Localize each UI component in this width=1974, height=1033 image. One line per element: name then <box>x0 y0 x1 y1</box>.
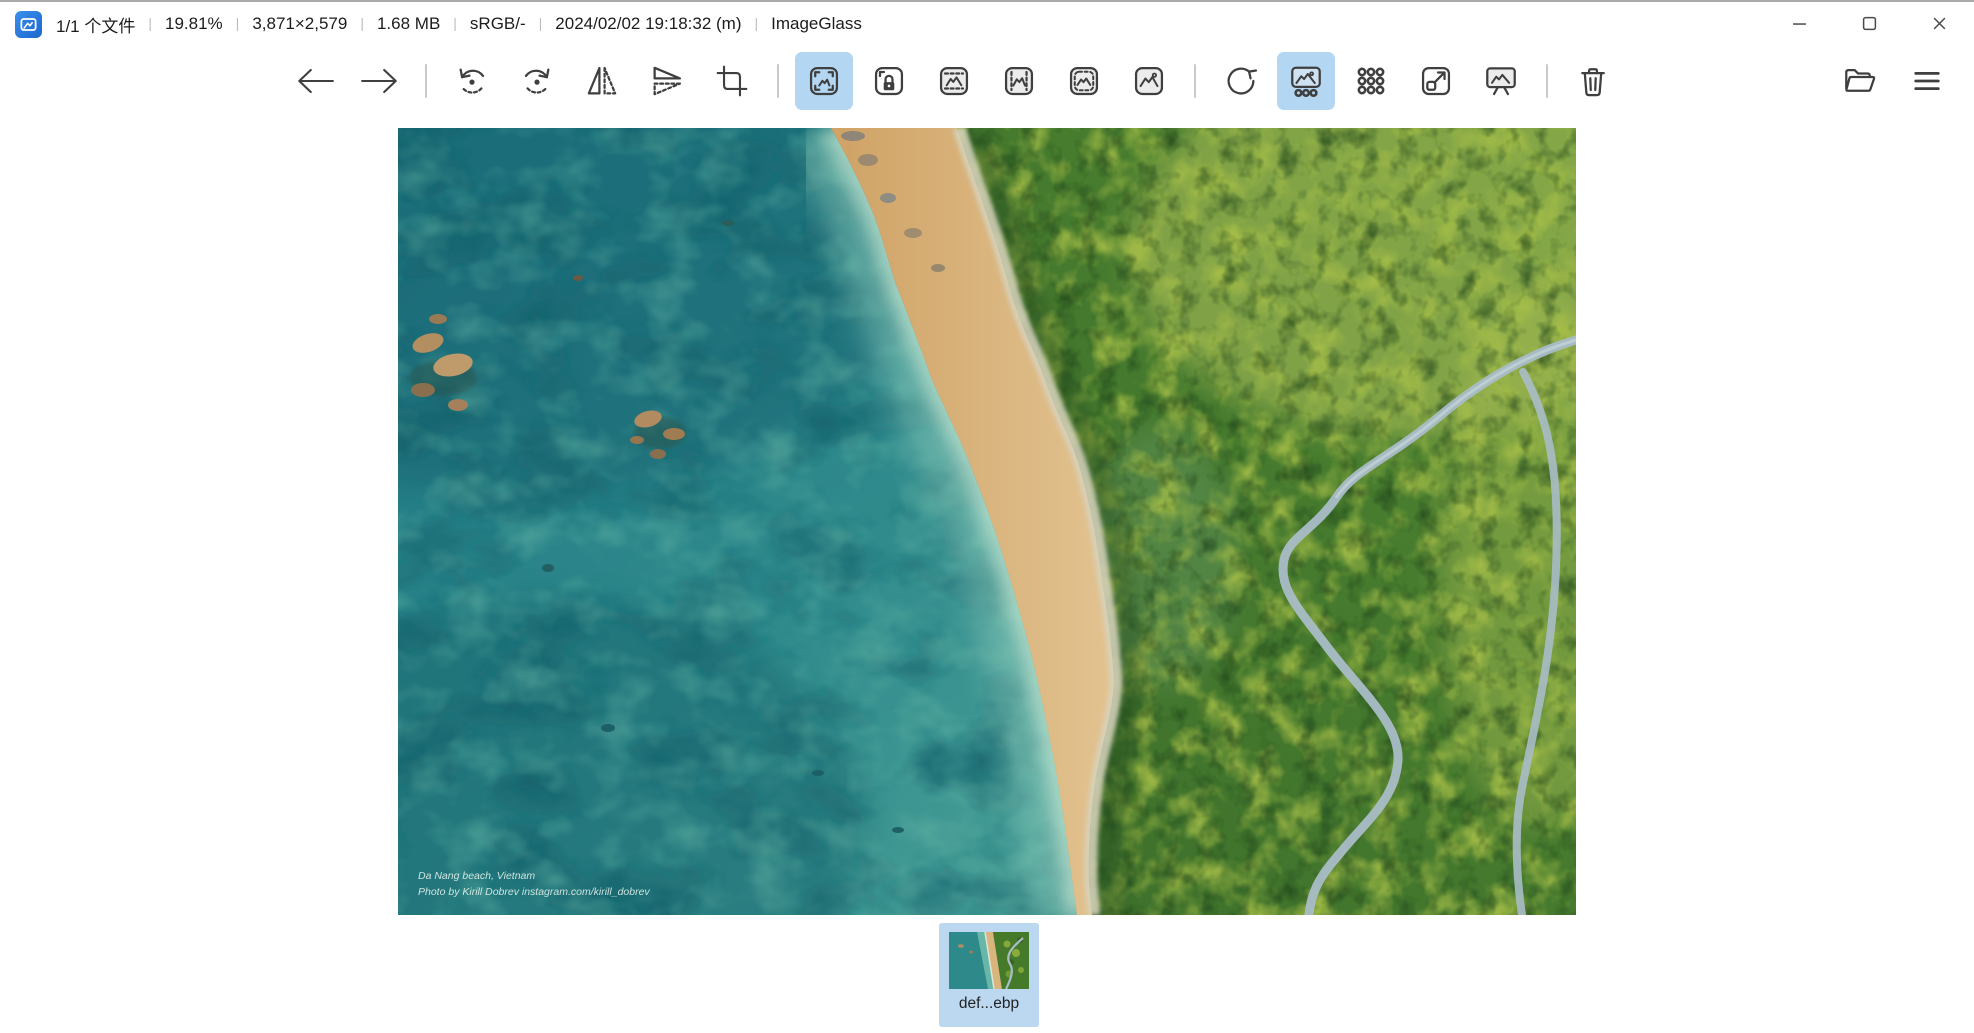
auto-zoom-icon <box>806 63 842 99</box>
titlebar-status-text: 1/1 个文件 | 19.81% | 3,871×2,579 | 1.68 MB… <box>56 12 862 37</box>
folder-open-icon <box>1842 63 1878 99</box>
slideshow-icon <box>1483 63 1519 99</box>
grid-icon <box>1353 63 1389 99</box>
crop-button[interactable] <box>703 52 761 110</box>
minimize-icon <box>1792 16 1807 31</box>
rotate-right-button[interactable] <box>508 52 566 110</box>
trash-icon <box>1575 63 1611 99</box>
zoom-level: 19.81% <box>165 14 223 34</box>
imageglass-logo-icon[interactable] <box>15 11 42 38</box>
fullscreen-icon <box>1418 63 1454 99</box>
gallery-panel-button[interactable] <box>1277 52 1335 110</box>
scale-width-icon <box>936 63 972 99</box>
scale-to-fill-button[interactable] <box>1120 52 1178 110</box>
slideshow-button[interactable] <box>1472 52 1530 110</box>
close-icon <box>1932 16 1947 31</box>
rotate-left-button[interactable] <box>443 52 501 110</box>
scale-fit-icon <box>1066 63 1102 99</box>
titlebar-separator: | <box>754 15 758 31</box>
maximize-icon <box>1862 16 1877 31</box>
flip-vertical-icon <box>649 63 685 99</box>
toolbar-separator <box>1546 64 1548 98</box>
file-count: 1/1 个文件 <box>56 12 135 37</box>
flip-horizontal-icon <box>584 63 620 99</box>
fullscreen-button[interactable] <box>1407 52 1465 110</box>
toolbar-right-group <box>1831 52 1974 110</box>
titlebar-separator: | <box>539 15 543 31</box>
photo-viewer[interactable]: Da Nang beach, Vietnam Photo by Kirill D… <box>398 128 1576 915</box>
lock-zoom-icon <box>871 63 907 99</box>
scale-to-height-button[interactable] <box>990 52 1048 110</box>
file-datetime: 2024/02/02 19:18:32 (m) <box>555 14 741 34</box>
thumbnail-grid-button[interactable] <box>1342 52 1400 110</box>
rotate-ccw-icon <box>454 63 490 99</box>
toolbar-separator <box>777 64 779 98</box>
arrow-right-icon <box>359 65 401 97</box>
toolbar-separator <box>425 64 427 98</box>
toolbar <box>0 46 1974 116</box>
maximize-button[interactable] <box>1834 2 1904 44</box>
minimize-button[interactable] <box>1764 2 1834 44</box>
watermark-line1: Da Nang beach, Vietnam <box>418 870 535 882</box>
flip-vertical-button[interactable] <box>638 52 696 110</box>
file-size: 1.68 MB <box>377 14 440 34</box>
scale-height-icon <box>1001 63 1037 99</box>
scale-to-fit-button[interactable] <box>1055 52 1113 110</box>
gallery-icon <box>1288 63 1324 99</box>
main-menu-button[interactable] <box>1898 52 1956 110</box>
auto-zoom-button[interactable] <box>795 52 853 110</box>
refresh-button[interactable] <box>1212 52 1270 110</box>
titlebar-separator: | <box>360 15 364 31</box>
thumbnail-image <box>949 932 1029 989</box>
flip-horizontal-button[interactable] <box>573 52 631 110</box>
close-button[interactable] <box>1904 2 1974 44</box>
arrow-left-icon <box>294 65 336 97</box>
lock-zoom-button[interactable] <box>860 52 918 110</box>
previous-image-button[interactable] <box>286 52 344 110</box>
open-file-button[interactable] <box>1831 52 1889 110</box>
titlebar-separator: | <box>148 15 152 31</box>
titlebar-separator: | <box>453 15 457 31</box>
scale-to-width-button[interactable] <box>925 52 983 110</box>
imageglass-window: 1/1 个文件 | 19.81% | 3,871×2,579 | 1.68 MB… <box>0 2 1974 1033</box>
gallery-thumbnail-selected[interactable]: def...ebp <box>939 923 1039 1027</box>
delete-button[interactable] <box>1564 52 1622 110</box>
image-dimensions: 3,871×2,579 <box>252 14 347 34</box>
rotate-cw-icon <box>519 63 555 99</box>
next-image-button[interactable] <box>351 52 409 110</box>
watermark-line2: Photo by Kirill Dobrev instagram.com/kir… <box>418 886 650 898</box>
color-profile: sRGB/- <box>470 14 526 34</box>
hamburger-icon <box>1909 63 1945 99</box>
titlebar-separator: | <box>236 15 240 31</box>
window-controls <box>1764 2 1974 46</box>
thumbnail-filename: def...ebp <box>959 995 1019 1013</box>
toolbar-separator <box>1194 64 1196 98</box>
crop-icon <box>715 64 749 98</box>
app-name: ImageGlass <box>771 14 862 34</box>
refresh-icon <box>1223 63 1259 99</box>
titlebar: 1/1 个文件 | 19.81% | 3,871×2,579 | 1.68 MB… <box>0 2 1974 46</box>
scale-fill-icon <box>1131 63 1167 99</box>
